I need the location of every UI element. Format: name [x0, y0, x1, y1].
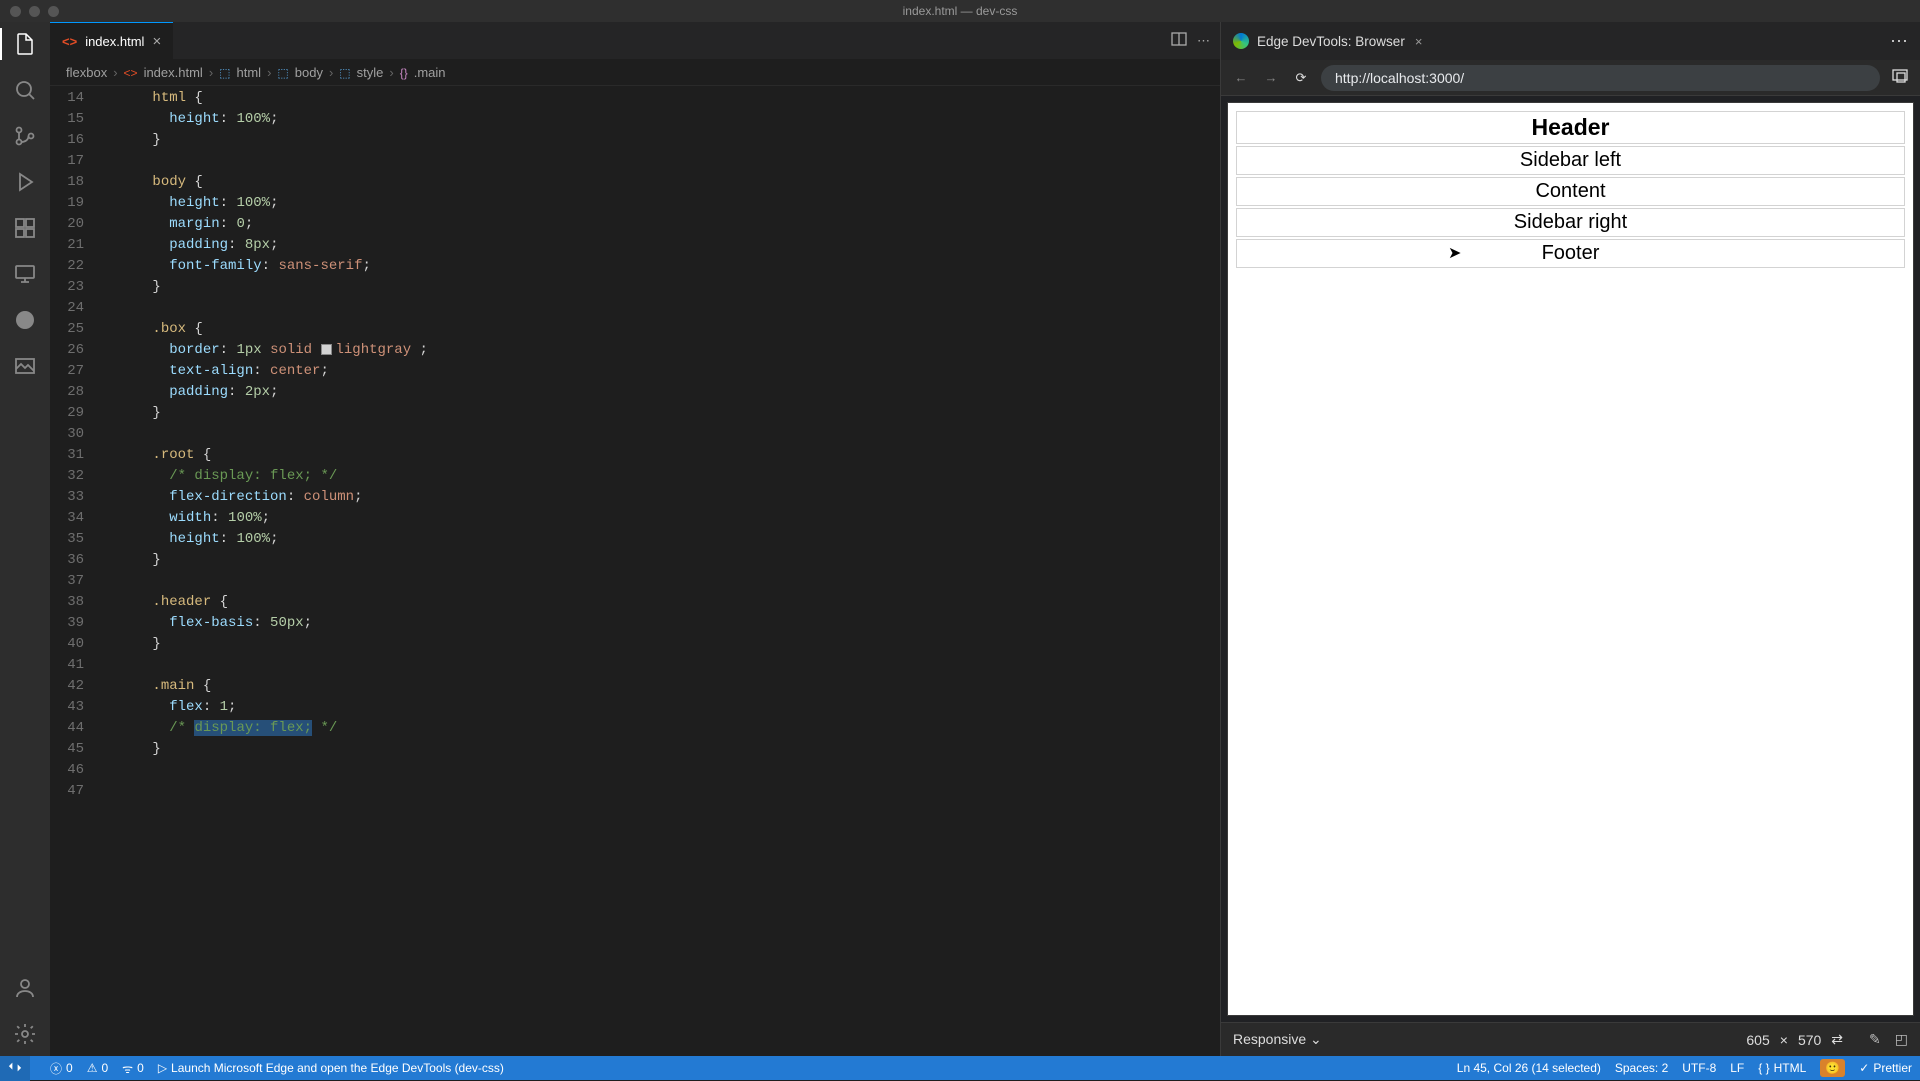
page-box-content: Content: [1236, 177, 1905, 206]
nav-reload-icon[interactable]: ⟳: [1291, 70, 1311, 86]
more-actions-icon[interactable]: ⋯: [1197, 33, 1210, 49]
rendered-page: Header Sidebar left Content Sidebar righ…: [1228, 103, 1913, 278]
eol[interactable]: LF: [1730, 1061, 1744, 1075]
chevron-right-icon: ›: [209, 65, 213, 80]
editor-tab-index[interactable]: <> index.html ×: [50, 22, 173, 59]
breadcrumbs[interactable]: flexbox › <> index.html › ⬚ html › ⬚ bod…: [50, 60, 1220, 86]
activitybar: [0, 22, 50, 1056]
language-mode[interactable]: { }HTML: [1758, 1061, 1806, 1075]
split-editor-icon[interactable]: [1171, 31, 1187, 50]
chevron-right-icon: ›: [267, 65, 271, 80]
chevron-right-icon: ›: [329, 65, 333, 80]
editor-pane: <> index.html × ⋯ flexbox › <> index.htm…: [50, 22, 1220, 1056]
edge-devtools-icon[interactable]: [11, 306, 39, 334]
chevron-right-icon: ›: [113, 65, 117, 80]
source-control-icon[interactable]: [11, 122, 39, 150]
breadcrumb-folder[interactable]: flexbox: [66, 65, 107, 80]
remote-explorer-icon[interactable]: [11, 260, 39, 288]
page-box-sidebar-right: Sidebar right: [1236, 208, 1905, 237]
page-box-header: Header: [1236, 111, 1905, 144]
code-icon: { }: [1758, 1061, 1769, 1075]
eyedropper-icon[interactable]: ✎: [1869, 1031, 1881, 1048]
remote-indicator[interactable]: [0, 1056, 30, 1081]
chevron-right-icon: ›: [389, 65, 393, 80]
dimension-separator-icon: ×: [1780, 1032, 1788, 1048]
prettier-status[interactable]: ✓Prettier: [1859, 1061, 1912, 1075]
tag-icon: ⬚: [277, 66, 288, 80]
forwarded-ports[interactable]: ᯤ0: [122, 1060, 144, 1077]
breadcrumb-node[interactable]: html: [237, 65, 262, 80]
window-title: index.html — dev-css: [0, 4, 1920, 18]
html-file-icon: <>: [124, 66, 138, 80]
run-debug-icon[interactable]: [11, 168, 39, 196]
tag-icon: ⬚: [339, 66, 350, 80]
breadcrumb-file[interactable]: index.html: [144, 65, 203, 80]
devtools-more-icon[interactable]: ⋯: [1890, 31, 1908, 52]
breadcrumb-node[interactable]: body: [295, 65, 323, 80]
viewport-width[interactable]: 605: [1746, 1032, 1769, 1048]
check-icon: ✓: [1859, 1061, 1869, 1075]
tab-filename: index.html: [85, 34, 144, 49]
line-numbers: 14 15 16 17 18 19 20 21 22 23 24 25 26 2…: [50, 86, 102, 1056]
devtools-tab-label: Edge DevTools: Browser: [1257, 34, 1405, 49]
code-content[interactable]: html { height: 100%; } body { height: 10…: [102, 86, 1220, 1056]
editor-tabbar: <> index.html × ⋯: [50, 22, 1220, 60]
device-toolbar: Responsive ⌄ 605 × 570 ⇄ ✎ ◰: [1221, 1022, 1920, 1056]
devtools-tab-close-icon[interactable]: ×: [1415, 34, 1423, 49]
devtools-tab[interactable]: Edge DevTools: Browser: [1233, 33, 1405, 49]
chevron-down-icon: ⌄: [1310, 1031, 1322, 1047]
cursor-position[interactable]: Ln 45, Col 26 (14 selected): [1457, 1061, 1601, 1075]
url-text: http://localhost:3000/: [1335, 70, 1464, 86]
search-icon[interactable]: [11, 76, 39, 104]
extensions-icon[interactable]: [11, 214, 39, 242]
devtools-pane: Edge DevTools: Browser × ⋯ ← → ⟳ http://…: [1220, 22, 1920, 1056]
devtools-tabbar: Edge DevTools: Browser × ⋯: [1221, 22, 1920, 60]
url-bar[interactable]: http://localhost:3000/: [1321, 65, 1880, 91]
launch-edge-task[interactable]: ▷ Launch Microsoft Edge and open the Edg…: [158, 1061, 504, 1075]
statusbar: ⓧ0 ⚠0 ᯤ0 ▷ Launch Microsoft Edge and ope…: [0, 1056, 1920, 1080]
settings-gear-icon[interactable]: [11, 1020, 39, 1048]
screencast-toggle-icon[interactable]: [1890, 68, 1910, 87]
explorer-icon[interactable]: [11, 30, 39, 58]
viewport-height[interactable]: 570: [1798, 1032, 1821, 1048]
page-box-footer: Footer: [1236, 239, 1905, 268]
nav-back-icon[interactable]: ←: [1231, 70, 1251, 85]
page-box-sidebar-left: Sidebar left: [1236, 146, 1905, 175]
rotate-icon[interactable]: ⇄: [1831, 1031, 1843, 1048]
breadcrumb-node[interactable]: .main: [414, 65, 446, 80]
indentation[interactable]: Spaces: 2: [1615, 1061, 1668, 1075]
breadcrumb-node[interactable]: style: [357, 65, 384, 80]
device-select[interactable]: Responsive ⌄: [1233, 1031, 1322, 1048]
notifications-icon[interactable]: 🙂: [1820, 1059, 1845, 1077]
edge-logo-icon: [1233, 33, 1249, 49]
tag-icon: ⬚: [219, 66, 230, 80]
error-icon: ⓧ: [50, 1060, 62, 1077]
browser-viewport[interactable]: Header Sidebar left Content Sidebar righ…: [1227, 102, 1914, 1016]
problems-errors[interactable]: ⓧ0: [50, 1060, 73, 1077]
mouse-cursor-icon: ➤: [1448, 243, 1461, 263]
account-icon[interactable]: [11, 974, 39, 1002]
radio-tower-icon: ᯤ: [122, 1060, 133, 1077]
problems-warnings[interactable]: ⚠0: [87, 1061, 108, 1075]
html-file-icon: <>: [62, 34, 77, 49]
debug-start-icon: ▷: [158, 1061, 167, 1075]
image-preview-icon[interactable]: [11, 352, 39, 380]
titlebar: index.html — dev-css: [0, 0, 1920, 22]
devtools-navbar: ← → ⟳ http://localhost:3000/: [1221, 60, 1920, 96]
css-rule-icon: {}: [400, 66, 408, 80]
tab-close-icon[interactable]: ×: [152, 33, 161, 50]
encoding[interactable]: UTF-8: [1682, 1061, 1716, 1075]
nav-forward-icon[interactable]: →: [1261, 70, 1281, 85]
warning-icon: ⚠: [87, 1061, 98, 1075]
code-editor[interactable]: 14 15 16 17 18 19 20 21 22 23 24 25 26 2…: [50, 86, 1220, 1056]
inspect-element-icon[interactable]: ◰: [1895, 1031, 1908, 1048]
